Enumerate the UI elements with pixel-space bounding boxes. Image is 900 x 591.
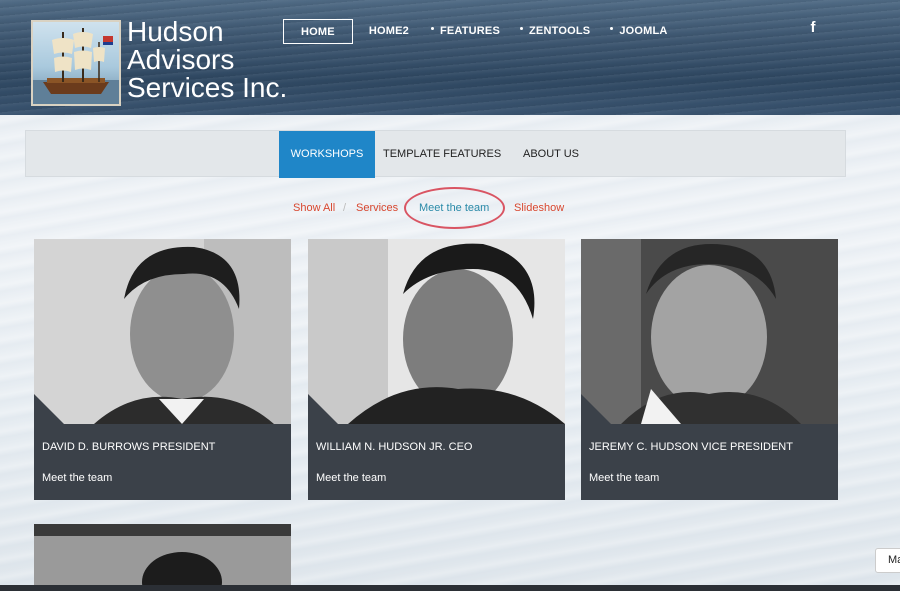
bullet-icon	[520, 26, 524, 30]
team-card[interactable]: JEREMY C. HUDSON VICE PRESIDENT Meet the…	[581, 239, 838, 500]
tab-label: TEMPLATE FEATURES	[383, 148, 502, 160]
team-member-link[interactable]: Meet the team	[589, 472, 659, 484]
nav-item-joomla[interactable]: JOOMLA	[600, 19, 677, 44]
logo-line: Hudson	[127, 16, 224, 47]
nav-item-zentools[interactable]: ZENTOOLS	[510, 19, 600, 44]
bullet-icon	[430, 26, 434, 30]
card-corner	[308, 394, 338, 424]
highlight-circle	[404, 187, 505, 229]
team-photo[interactable]	[308, 239, 565, 424]
team-member-link[interactable]: Meet the team	[42, 472, 112, 484]
team-member-title[interactable]: WILLIAM N. HUDSON JR. CEO	[316, 441, 472, 453]
logo-line: Services Inc.	[127, 72, 288, 103]
nav-item-home2[interactable]: HOME2	[359, 19, 419, 44]
nav-item-label: HOME2	[368, 25, 409, 37]
nav-item-home[interactable]: HOME	[283, 19, 353, 44]
chat-tab-label: Ma	[888, 554, 900, 566]
team-photo[interactable]	[34, 524, 291, 591]
team-member-link[interactable]: Meet the team	[316, 472, 386, 484]
team-photo[interactable]	[581, 239, 838, 424]
team-photo[interactable]	[34, 239, 291, 424]
filter-slideshow[interactable]: Slideshow	[514, 202, 564, 214]
team-card[interactable]	[34, 524, 291, 591]
card-corner	[581, 394, 611, 424]
team-member-title[interactable]: JEREMY C. HUDSON VICE PRESIDENT	[589, 441, 793, 453]
chat-tab[interactable]: Ma	[875, 548, 900, 573]
tab-label: WORKSHOPS	[290, 148, 364, 160]
site-header: Hudson Advisors Services Inc. HOME HOME2…	[0, 0, 900, 115]
logo-line: Advisors	[127, 44, 235, 75]
bullet-icon	[610, 26, 614, 30]
tab-workshops[interactable]: WORKSHOPS	[279, 131, 375, 178]
tab-label: ABOUT US	[522, 148, 580, 160]
taskbar-edge	[0, 585, 900, 591]
team-card[interactable]: WILLIAM N. HUDSON JR. CEO Meet the team	[308, 239, 565, 500]
nav-item-features[interactable]: FEATURES	[421, 19, 510, 44]
tab-template-features[interactable]: TEMPLATE FEATURES	[383, 131, 502, 178]
nav-item-label: JOOMLA	[619, 25, 668, 37]
main-nav: HOME HOME2 FEATURES ZENTOOLS JOOMLA	[283, 19, 678, 44]
nav-item-label: ZENTOOLS	[529, 25, 591, 37]
logo-ship-image[interactable]	[31, 20, 121, 106]
site-logo-text[interactable]: Hudson Advisors Services Inc.	[127, 18, 287, 102]
card-corner	[34, 394, 64, 424]
team-card[interactable]: DAVID D. BURROWS PRESIDENT Meet the team	[34, 239, 291, 500]
filter-services[interactable]: Services	[356, 202, 398, 214]
filter-show-all[interactable]: Show All	[293, 202, 335, 214]
team-member-title[interactable]: DAVID D. BURROWS PRESIDENT	[42, 441, 215, 453]
nav-item-label: HOME	[301, 26, 335, 38]
nav-item-label: FEATURES	[439, 25, 501, 37]
filter-separator: /	[343, 202, 347, 214]
tab-about-us[interactable]: ABOUT US	[516, 131, 586, 178]
facebook-icon[interactable]: f	[807, 19, 819, 37]
sub-nav: WORKSHOPS TEMPLATE FEATURES ABOUT US	[25, 130, 846, 178]
